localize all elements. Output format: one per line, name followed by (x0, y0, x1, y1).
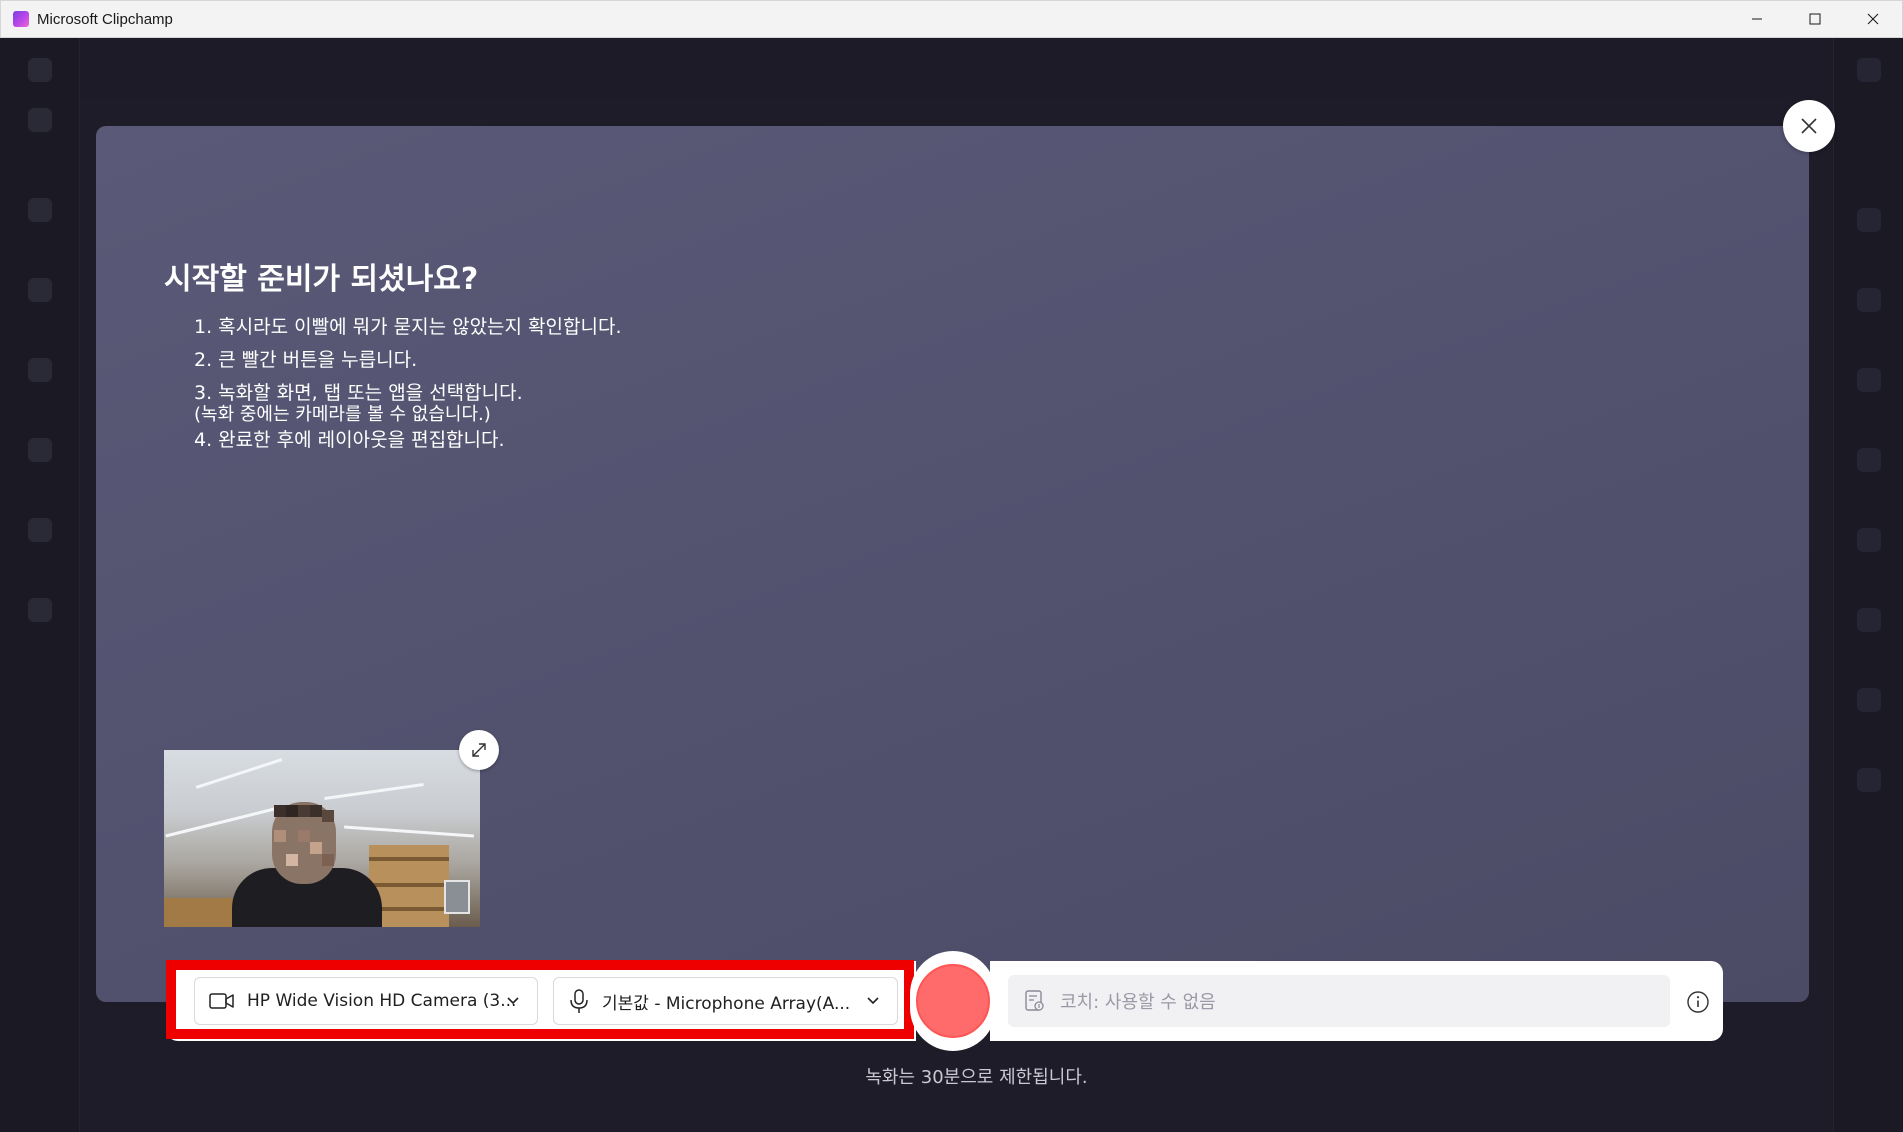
coach-icon (1025, 990, 1044, 1011)
blur-pixel (322, 854, 334, 866)
rail-icon (28, 198, 52, 222)
coach-field: 코치: 사용할 수 없음 (1008, 975, 1670, 1027)
maximize-icon (1809, 13, 1821, 25)
shelf-row (369, 857, 449, 861)
window-titlebar: Microsoft Clipchamp (0, 0, 1903, 38)
rail-icon (28, 438, 52, 462)
rail-icon (1857, 528, 1881, 552)
minimize-icon (1752, 18, 1762, 20)
instruction-step: 2. 큰 빨간 버튼을 누릅니다. (194, 349, 418, 371)
rail-icon (1857, 688, 1881, 712)
blur-pixel (286, 805, 298, 817)
recording-limit-notice: 녹화는 30분으로 제한됩니다. (865, 1067, 1088, 1088)
window-controls (1728, 1, 1902, 37)
camera-preview (164, 750, 480, 927)
rail-icon (1857, 288, 1881, 312)
rail-icon (1857, 608, 1881, 632)
ceiling-light (165, 805, 283, 838)
rail-icon (1857, 368, 1881, 392)
microphone-icon (570, 989, 588, 1013)
close-recorder-button[interactable] (1783, 100, 1835, 152)
coach-status: 코치: 사용할 수 없음 (1060, 992, 1216, 1013)
ceiling-light (195, 758, 283, 789)
record-button[interactable] (916, 964, 990, 1038)
close-icon (1867, 13, 1879, 25)
shelf-row (369, 883, 449, 887)
rail-icon (28, 278, 52, 302)
info-icon[interactable] (1686, 990, 1710, 1014)
expand-icon (472, 743, 486, 757)
blur-pixel (322, 810, 334, 822)
maximize-button[interactable] (1786, 1, 1844, 37)
camera-select[interactable]: HP Wide Vision HD Camera (3... (194, 977, 538, 1025)
chevron-down-icon (507, 997, 519, 1005)
microphone-select-value: 기본값 - Microphone Array(A... (602, 993, 851, 1014)
editor-left-rail (0, 38, 80, 1132)
wall-frame (444, 880, 470, 914)
rail-icon (1857, 448, 1881, 472)
rail-icon (1857, 208, 1881, 232)
expand-preview-button[interactable] (459, 730, 499, 770)
blur-pixel (274, 805, 286, 817)
editor-topbar (80, 38, 1833, 98)
blur-pixel (298, 830, 310, 842)
instructions-list: 1. 혹시라도 이빨에 뭐가 묻지는 않았는지 확인합니다. 2. 큰 빨간 버… (194, 314, 622, 460)
rail-icon (1857, 768, 1881, 792)
close-window-button[interactable] (1844, 1, 1902, 37)
rail-icon (28, 518, 52, 542)
blur-pixel (298, 805, 310, 817)
rail-icon (28, 358, 52, 382)
blur-pixel (286, 854, 298, 866)
editor-right-rail (1833, 38, 1903, 1132)
ceiling-light (324, 783, 424, 800)
recorder-heading: 시작할 준비가 되셨나요? (164, 262, 479, 297)
instruction-step: 4. 완료한 후에 레이아웃을 편집합니다. (194, 429, 505, 451)
chevron-down-icon (867, 997, 879, 1005)
ceiling-light (344, 825, 474, 838)
clipchamp-app-icon (13, 11, 29, 27)
cardboard-box (164, 898, 234, 927)
camera-icon (209, 993, 234, 1009)
rail-icon (28, 598, 52, 622)
close-icon (1801, 118, 1817, 134)
rail-icon (28, 58, 52, 82)
blur-pixel (310, 842, 322, 854)
instruction-note: (녹화 중에는 카메라를 볼 수 없습니다.) (194, 404, 491, 425)
instruction-step: 1. 혹시라도 이빨에 뭐가 묻지는 않았는지 확인합니다. (194, 316, 622, 338)
camera-select-value: HP Wide Vision HD Camera (3... (247, 991, 517, 1011)
microphone-select[interactable]: 기본값 - Microphone Array(A... (553, 977, 898, 1025)
minimize-button[interactable] (1728, 1, 1786, 37)
blur-pixel (274, 830, 286, 842)
blur-pixel (310, 805, 322, 817)
rail-icon (1857, 58, 1881, 82)
window-title: Microsoft Clipchamp (37, 10, 173, 28)
rail-icon (28, 108, 52, 132)
